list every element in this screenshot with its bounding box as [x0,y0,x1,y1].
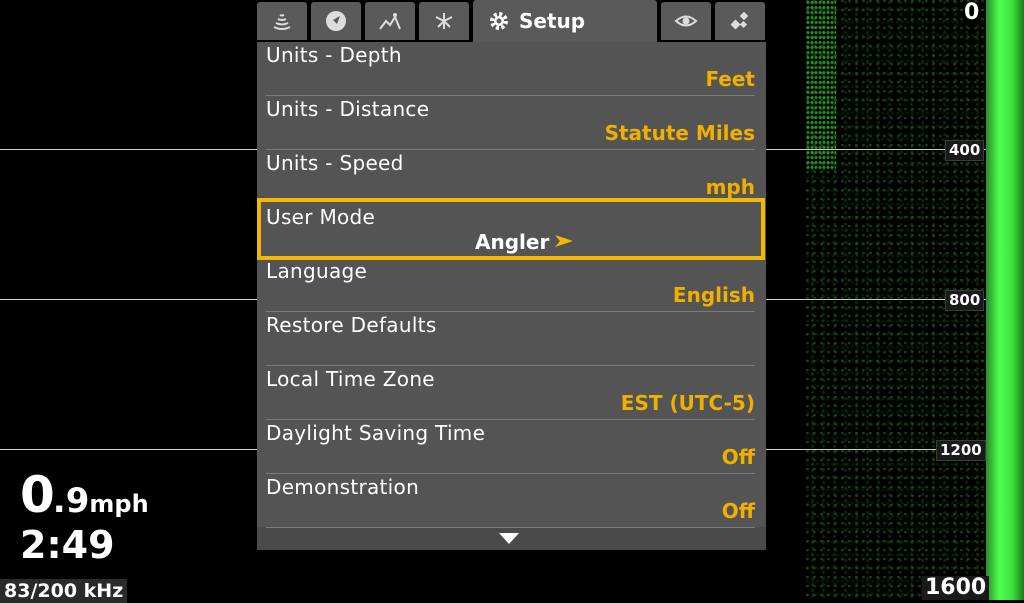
tab-eye[interactable] [661,2,711,40]
menu-item-demonstration[interactable]: Demonstration Off [265,474,755,528]
tab-chart[interactable] [365,2,415,40]
setup-menu-panel: Setup Units - Depth Feet Units - Distanc… [257,0,766,550]
menu-item-label: Demonstration [266,475,420,499]
depth-tick-400: 400 [945,140,985,161]
menu-item-label: Restore Defaults [266,313,437,337]
tab-navigation[interactable] [311,2,361,40]
depth-top-label: 0 [964,0,980,25]
divider [266,527,755,528]
menu-item-local-time-zone[interactable]: Local Time Zone EST (UTC-5) [265,366,755,420]
eye-icon [674,15,698,27]
speed-readout: 0.9mph [20,466,149,524]
menu-item-value: EST (UTC-5) [620,391,755,415]
menu-item-label: Daylight Saving Time [266,421,486,445]
menu-item-label: Units - Depth [266,43,402,67]
sonar-returns [806,0,836,170]
frequency-readout: 83/200 kHz [0,579,128,603]
chart-icon [379,13,401,30]
side-imaging-icon [435,13,453,29]
tab-accessories[interactable] [715,2,765,40]
color-scale-bar [986,0,1024,600]
menu-item-units-depth[interactable]: Units - Depth Feet [265,42,755,96]
menu-item-value: mph [705,175,755,199]
speed-unit: mph [89,490,149,518]
menu-item-value: Feet [705,67,755,91]
scroll-down-icon[interactable] [498,532,520,545]
tab-sonar[interactable] [257,2,307,40]
menu-item-units-distance[interactable]: Units - Distance Statute Miles [265,96,755,150]
sonar-icon [273,14,291,30]
menu-item-daylight-saving-time[interactable]: Daylight Saving Time Off [265,420,755,474]
speed-fraction: .9 [52,481,90,521]
depth-tick-800: 800 [945,290,985,311]
menu-item-value: English [672,283,755,307]
menu-item-value: Off [721,499,755,523]
tab-setup-label: Setup [519,9,586,33]
menu-item-label: Units - Distance [266,97,430,121]
menu-item-label: Local Time Zone [266,367,435,391]
menu-item-value: Off [721,445,755,469]
speed-whole: 0 [20,466,55,524]
gear-icon [490,12,508,30]
submenu-arrow-icon[interactable] [554,234,574,248]
time-readout: 2:49 [20,523,115,567]
depth-bottom-label: 1600 [922,576,990,600]
menu-item-label: Language [266,259,368,283]
tab-setup[interactable]: Setup [473,0,657,42]
user-mode-value: Angler [475,230,550,254]
tab-side-imaging[interactable] [419,2,469,40]
depth-tick-1200: 1200 [936,440,986,461]
setup-menu-list: Units - Depth Feet Units - Distance Stat… [257,42,766,528]
menu-item-language[interactable]: Language English [265,258,755,312]
menu-tab-bar: Setup [257,0,766,42]
accessories-icon [730,11,749,30]
menu-item-label: Units - Speed [266,151,404,175]
menu-item-units-speed[interactable]: Units - Speed mph [265,150,755,204]
navigation-icon [326,11,346,31]
menu-item-restore-defaults[interactable]: Restore Defaults [265,312,755,366]
menu-item-value: Statute Miles [604,121,755,145]
